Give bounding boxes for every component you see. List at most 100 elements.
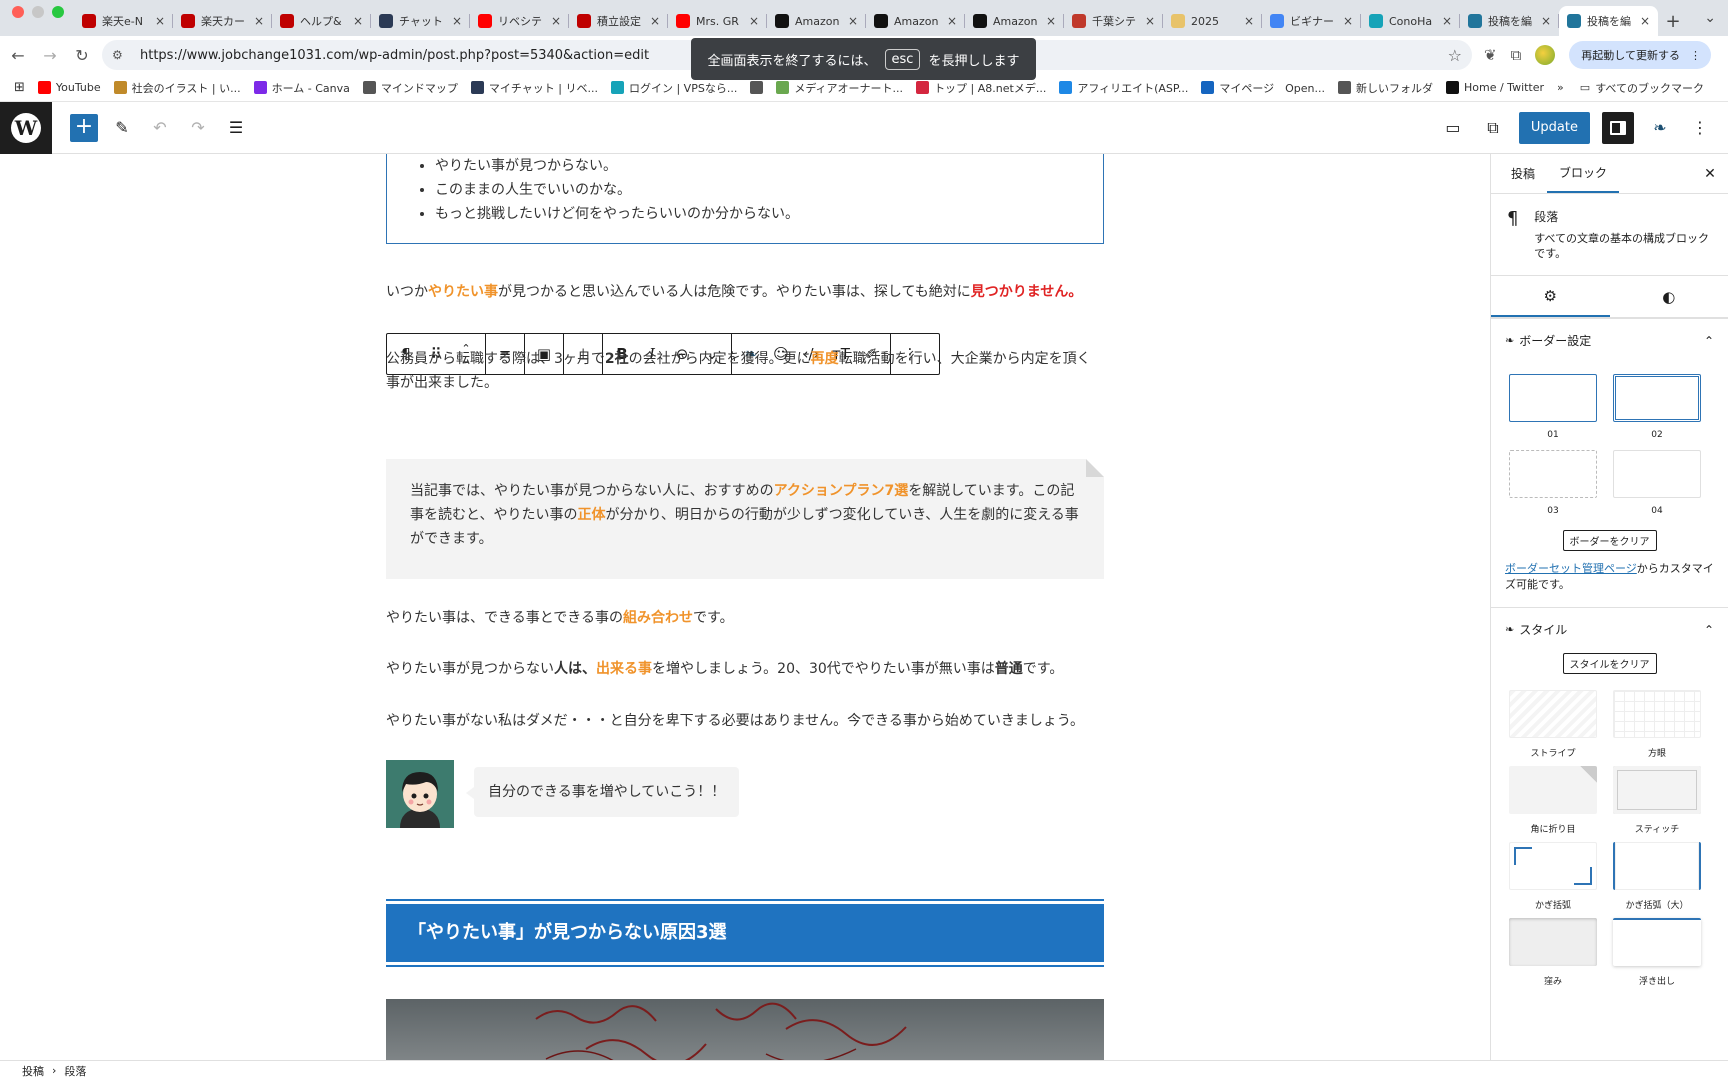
reload-button[interactable]: ↻ — [68, 41, 96, 69]
bookmark-item[interactable]: 社会のイラスト | い... — [113, 80, 241, 96]
style-grid[interactable]: 方眼 — [1605, 690, 1709, 760]
browser-tab[interactable]: リベシテ × — [470, 6, 569, 36]
tab-close-icon[interactable]: × — [155, 14, 165, 28]
zoom-window-button[interactable] — [52, 6, 64, 18]
bookmark-item[interactable]: 新しいフォルダ — [1337, 80, 1433, 96]
tab-close-icon[interactable]: × — [1640, 14, 1650, 28]
tab-close-icon[interactable]: × — [1145, 14, 1155, 28]
settings-sidebar-toggle[interactable] — [1602, 111, 1634, 144]
bookmark-item[interactable]: マイページ Open... — [1201, 80, 1325, 96]
extension-leaf-icon[interactable]: ❦ — [1484, 46, 1497, 64]
all-bookmarks-folder[interactable]: ▭ すべてのブックマーク — [1580, 80, 1704, 96]
minimize-window-button[interactable] — [32, 6, 44, 18]
browser-tab[interactable]: 2025 × — [1163, 6, 1262, 36]
style-stitch[interactable]: スティッチ — [1605, 766, 1709, 836]
bookmark-item[interactable]: ログイン | VPSなら... — [610, 80, 737, 96]
styles-contrast-icon[interactable]: ◐ — [1610, 276, 1728, 317]
tab-search-icon[interactable]: ⌄ — [1704, 0, 1728, 36]
list-item[interactable]: もっと挑戦したいけど何をやったらいいのか分からない。 — [435, 202, 1103, 226]
border-preset-04[interactable]: 04 — [1605, 450, 1709, 520]
browser-tab[interactable]: ビギナー × — [1262, 6, 1361, 36]
relaunch-update-button[interactable]: 再起動して更新する ⋮ — [1569, 41, 1711, 69]
style-inset[interactable]: 窪み — [1501, 918, 1605, 988]
border-preset-01[interactable]: 01 — [1501, 374, 1605, 444]
speech-bubble[interactable]: 自分のできる事を増やしていこう！！ — [465, 767, 740, 817]
tab-close-icon[interactable]: × — [947, 14, 957, 28]
tools-pencil-icon[interactable]: ✎ — [108, 114, 136, 142]
browser-tab[interactable]: ヘルプ& × — [272, 6, 371, 36]
tab-close-icon[interactable]: × — [254, 14, 264, 28]
forward-button[interactable]: → — [36, 41, 64, 69]
paragraph-block[interactable]: やりたい事は、できる事とできる事の組み合わせです。 — [386, 606, 1104, 630]
close-icon[interactable]: ✕ — [1692, 154, 1728, 193]
browser-tab[interactable]: 投稿を編 × — [1559, 6, 1658, 36]
tab-close-icon[interactable]: × — [1442, 14, 1452, 28]
profile-avatar[interactable] — [1535, 45, 1556, 65]
close-window-button[interactable] — [12, 6, 24, 18]
bookmark-item[interactable]: アフィリエイト(ASP... — [1059, 80, 1188, 96]
bookmark-item[interactable]: マイチャット | リベ... — [470, 80, 598, 96]
redo-icon[interactable]: ↷ — [184, 114, 212, 142]
site-info-icon[interactable]: ⚙ — [112, 48, 130, 62]
browser-tab[interactable]: 千葉シテ × — [1064, 6, 1163, 36]
tab-close-icon[interactable]: × — [1541, 14, 1551, 28]
tab-block[interactable]: ブロック — [1547, 154, 1620, 193]
undo-icon[interactable]: ↶ — [146, 114, 174, 142]
style-folded-corner[interactable]: 角に折り目 — [1501, 766, 1605, 836]
bookmark-item[interactable]: YouTube — [37, 80, 101, 96]
browser-tab[interactable]: チャット × — [371, 6, 470, 36]
breadcrumb-paragraph[interactable]: 段落 — [64, 1063, 86, 1079]
block-inserter-button[interactable]: + — [70, 113, 98, 142]
style-emboss[interactable]: 浮き出し — [1605, 918, 1709, 988]
clear-border-button[interactable]: ボーダーをクリア — [1562, 530, 1657, 551]
paragraph-block[interactable]: やりたい事が見つからない人は、出来る事を増やしましょう。20、30代でやりたい事… — [386, 657, 1104, 681]
border-preset-02[interactable]: 02 — [1605, 374, 1709, 444]
tab-close-icon[interactable]: × — [353, 14, 363, 28]
list-item[interactable]: このままの人生でいいのかな。 — [435, 178, 1103, 202]
border-settings-panel-header[interactable]: ❧ ボーダー設定 ⌃ — [1491, 318, 1728, 362]
border-set-manage-link[interactable]: ボーダーセット管理ページ — [1505, 562, 1637, 575]
style-stripe[interactable]: ストライプ — [1501, 690, 1605, 760]
breadcrumb-post[interactable]: 投稿 — [22, 1063, 44, 1079]
new-tab-button[interactable]: + — [1658, 11, 1688, 36]
tab-close-icon[interactable]: × — [1244, 14, 1254, 28]
style-bracket-large[interactable]: かぎ括弧（大） — [1605, 842, 1709, 912]
tab-post[interactable]: 投稿 — [1499, 154, 1547, 193]
tab-close-icon[interactable]: × — [1046, 14, 1056, 28]
bookmark-item[interactable] — [750, 80, 764, 96]
border-box-block[interactable]: やりたい事が見つからない。 このままの人生でいいのかな。 もっと挑戦したいけど何… — [386, 154, 1104, 244]
browser-tab[interactable]: Mrs. GR × — [668, 6, 767, 36]
paragraph-block[interactable]: やりたい事がない私はダメだ・・・と自分を卑下する必要はありません。今できる事から… — [386, 709, 1104, 733]
tab-close-icon[interactable]: × — [452, 14, 462, 28]
swell-bird-icon[interactable]: ❧ — [1646, 114, 1674, 142]
browser-tab[interactable]: Amazon × — [965, 6, 1064, 36]
bookmark-item[interactable]: Home / Twitter — [1445, 80, 1544, 96]
paragraph-block[interactable]: 公務員から転職する際は、3ヶ月で2社の会社から内定を獲得。更に再度転職活動を行い… — [386, 347, 1104, 395]
back-button[interactable]: ← — [4, 41, 32, 69]
browser-tab[interactable]: 楽天カー × — [173, 6, 272, 36]
browser-tab[interactable]: Amazon × — [866, 6, 965, 36]
tab-close-icon[interactable]: × — [551, 14, 561, 28]
speech-balloon-block[interactable]: 自分のできる事を増やしていこう！！ — [386, 760, 786, 830]
extensions-puzzle-icon[interactable]: ⧉ — [1511, 46, 1522, 64]
browser-tab[interactable]: 投稿を編 × — [1460, 6, 1559, 36]
bookmark-item[interactable]: トップ | A8.netメデ... — [916, 80, 1046, 96]
bookmark-item[interactable]: ホーム - Canva — [253, 80, 350, 96]
wordpress-logo-button[interactable]: W — [0, 101, 52, 154]
style-bracket[interactable]: かぎ括弧 — [1501, 842, 1605, 912]
preview-device-icon[interactable]: ▭ — [1439, 114, 1467, 142]
options-menu-icon[interactable]: ⋮ — [1686, 114, 1714, 142]
bookmark-item[interactable]: マインドマップ — [362, 80, 458, 96]
bookmark-star-icon[interactable]: ☆ — [1448, 46, 1462, 65]
memo-box-block[interactable]: 当記事では、やりたい事が見つからない人に、おすすめのアクションプラン7選を解説し… — [386, 459, 1104, 579]
update-button[interactable]: Update — [1518, 111, 1590, 144]
browser-tab[interactable]: 積立設定 × — [569, 6, 668, 36]
browser-tab[interactable]: 楽天e-N × — [74, 6, 173, 36]
clear-style-button[interactable]: スタイルをクリア — [1562, 653, 1657, 674]
browser-tab[interactable]: ConoHa × — [1361, 6, 1460, 36]
featured-image[interactable] — [386, 999, 1104, 1060]
style-panel-header[interactable]: ❧ スタイル ⌃ — [1491, 607, 1728, 651]
document-overview-icon[interactable]: ☰ — [222, 114, 250, 142]
border-preset-03[interactable]: 03 — [1501, 450, 1605, 520]
browser-tab[interactable]: Amazon × — [767, 6, 866, 36]
